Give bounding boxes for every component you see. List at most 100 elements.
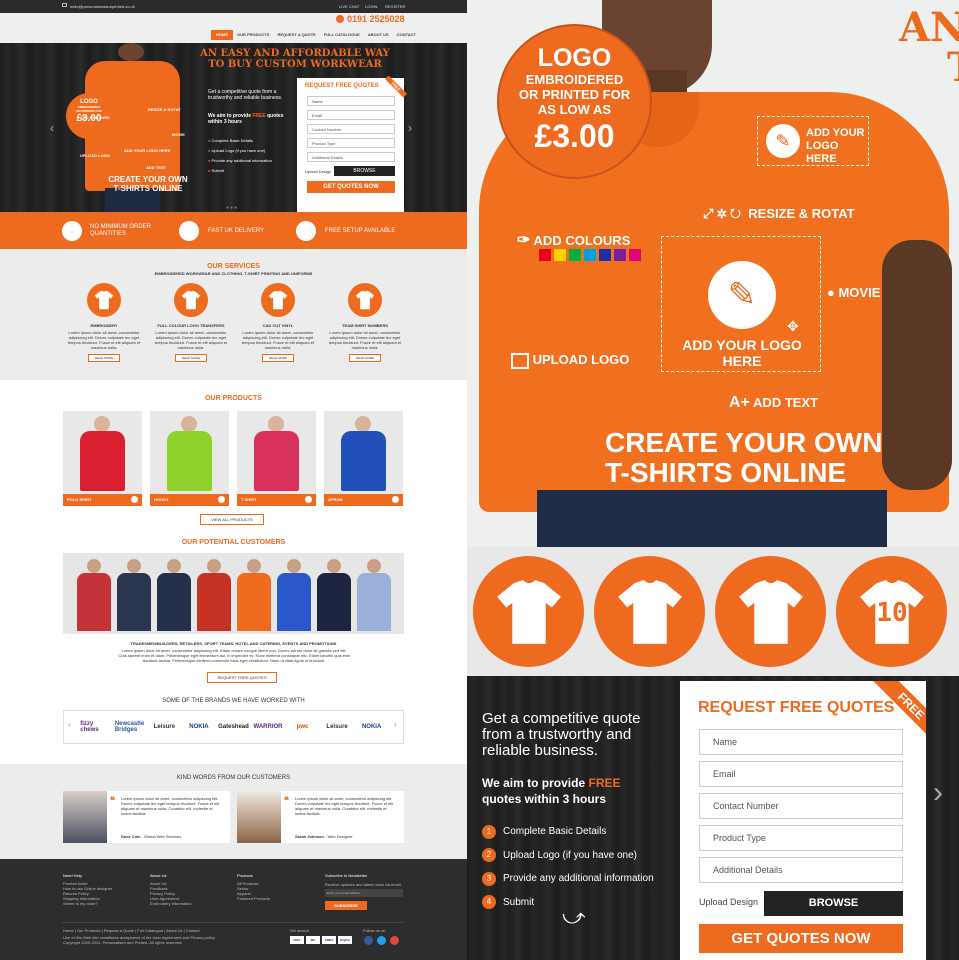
payment-card-icon: MC xyxy=(306,936,320,944)
slider-dots[interactable]: ●●● xyxy=(226,205,238,211)
colour-swatch[interactable] xyxy=(584,249,596,261)
read-more-button[interactable]: READ MORE xyxy=(349,354,381,362)
text-add-icon: A+ xyxy=(729,394,750,411)
brands-next-arrow[interactable]: › xyxy=(394,720,397,729)
hero-intro-small: Get a competitive quote from a trustwort… xyxy=(208,89,283,101)
movie-label[interactable]: ● MOVIE xyxy=(827,285,880,300)
footer-column: Products All Products Sector Apparel Feature… xyxy=(237,873,317,901)
view-all-products-button[interactable]: VIEW ALL PRODUCTS xyxy=(200,514,264,525)
product-garment xyxy=(80,431,125,491)
name-input[interactable]: Name xyxy=(699,729,903,755)
email-input[interactable]: Email xyxy=(699,761,903,787)
add-text-label[interactable]: A+ ADD TEXT xyxy=(729,394,818,412)
nav-request-quote[interactable]: REQUEST A QUOTE xyxy=(273,30,319,40)
google-plus-icon[interactable] xyxy=(390,936,399,945)
brands-prev-arrow[interactable]: ‹ xyxy=(68,720,71,729)
shirt-number-tshirt-icon[interactable]: 10 xyxy=(836,556,947,667)
colour-swatch[interactable] xyxy=(539,249,551,261)
product-label-bar[interactable]: APRON xyxy=(324,494,403,506)
product-label-bar[interactable]: POLO SHIRT xyxy=(63,494,142,506)
brand-logo: NOKIA xyxy=(361,724,382,730)
colour-swatches[interactable] xyxy=(539,249,641,261)
product-card[interactable]: APRON xyxy=(324,411,403,506)
read-more-button[interactable]: READ MORE xyxy=(262,354,294,362)
vinyl-cut-tshirt-icon[interactable] xyxy=(715,556,826,667)
feature-fast-delivery: FAST UK DELIVERY xyxy=(208,228,265,234)
small-browse-button[interactable]: BROWSE xyxy=(334,166,395,176)
colour-swatch[interactable] xyxy=(629,249,641,261)
quote-form: REQUEST FREE QUOTES FREE Name Email Cont… xyxy=(680,681,926,960)
embroidery-tshirt-icon[interactable] xyxy=(473,556,584,667)
read-more-button[interactable]: READ MORE xyxy=(175,354,207,362)
nav-products[interactable]: OUR PRODUCTS xyxy=(233,30,273,40)
upload-logo-label[interactable]: UPLOAD LOGO xyxy=(511,352,629,369)
slider-next-arrow[interactable]: › xyxy=(408,121,412,135)
small-details-input[interactable]: Additional Details xyxy=(307,152,395,162)
chest-logo-area[interactable]: ✎ ADD YOUR LOGO HERE xyxy=(757,116,869,166)
twitter-icon[interactable] xyxy=(377,936,386,945)
browse-button[interactable]: BROWSE xyxy=(764,891,903,916)
product-garment xyxy=(341,431,386,491)
small-contact-input[interactable]: Contact Number xyxy=(307,124,395,134)
product-name: HOODY xyxy=(154,497,169,502)
customer-figure-head xyxy=(367,559,381,573)
get-quotes-button[interactable]: GET QUOTES NOW xyxy=(699,924,903,953)
email-icon xyxy=(62,3,67,7)
header-nav-bar: 0191 2525028 HOME OUR PRODUCTS REQUEST A… xyxy=(0,13,467,43)
facebook-icon[interactable] xyxy=(364,936,373,945)
product-type-input[interactable]: Product Type xyxy=(699,825,903,851)
product-card[interactable]: T SHIRT xyxy=(237,411,316,506)
truck-icon xyxy=(179,221,199,241)
customer-figure xyxy=(237,573,271,631)
add-colours-label[interactable]: ✑ ADD COLOURS xyxy=(517,230,630,250)
read-more-button[interactable]: READ MORE xyxy=(88,354,120,362)
colour-swatch[interactable] xyxy=(614,249,626,261)
product-label-bar[interactable]: T SHIRT xyxy=(237,494,316,506)
slider-next-arrow-zoom[interactable]: › xyxy=(933,776,943,810)
hero-headline: AN EASY AND AFFORDABLE WAY TO BUY CUSTOM … xyxy=(200,48,390,70)
phone-icon xyxy=(336,15,344,23)
colour-swatch[interactable] xyxy=(554,249,566,261)
contact-number-input[interactable]: Contact Number xyxy=(699,793,903,819)
customer-figure xyxy=(277,573,311,631)
small-submit-button[interactable]: GET QUOTES NOW xyxy=(307,181,395,193)
product-label-bar[interactable]: HOODY xyxy=(150,494,229,506)
subscribe-button[interactable]: SUBSCRIBE xyxy=(325,901,367,910)
colour-swatch[interactable] xyxy=(599,249,611,261)
slider-prev-arrow[interactable]: ‹ xyxy=(50,121,54,135)
move-icon: ✥ xyxy=(787,318,799,334)
live-chat-link[interactable]: LIVE CHAT xyxy=(339,4,359,9)
customer-figure xyxy=(77,573,111,631)
hero-aim-small: We aim to provide FREE quotes within 3 h… xyxy=(208,113,284,125)
additional-details-input[interactable]: Additional Details xyxy=(699,857,903,883)
brand-logo: fizzy chews xyxy=(80,721,99,733)
small-name-input[interactable]: Name xyxy=(307,96,395,106)
nav-about[interactable]: ABOUT US xyxy=(364,30,393,40)
arrow-right-icon xyxy=(218,496,225,503)
payment-cards: VISA MC AMEX PayPal xyxy=(290,936,352,944)
nav-home[interactable]: HOME xyxy=(211,30,233,40)
footer-link[interactable]: Embroidery Information xyxy=(150,901,230,906)
customers-quote-button[interactable]: REQUEST FREE QUOTES xyxy=(207,672,277,683)
footer-link[interactable]: Where is my order? xyxy=(63,901,143,906)
footer-link[interactable]: Featured Products xyxy=(237,896,317,901)
resize-rotate-label[interactable]: ⤢ ✲ ↻ RESIZE & ROTAT xyxy=(703,206,855,222)
service-tshirt-icon xyxy=(348,283,382,317)
customers-banner xyxy=(63,553,404,634)
footer-bottom-links[interactable]: Home | Our Products | Request a Quote | … xyxy=(63,928,200,933)
feature-free-setup: FREE SETUP AVAILABLE xyxy=(325,228,396,234)
brand-logo: WARRIOR xyxy=(253,724,283,730)
nav-catalogue[interactable]: FULL CATALOGUE xyxy=(320,30,364,40)
register-link[interactable]: REGISTER xyxy=(385,4,405,9)
newsletter-email-input[interactable]: Enter your email address xyxy=(325,889,403,897)
login-link[interactable]: LOGIN xyxy=(365,4,377,9)
logo-transfer-tshirt-icon[interactable] xyxy=(594,556,705,667)
product-card[interactable]: POLO SHIRT xyxy=(63,411,142,506)
topbar-email-link[interactable]: hello@personalisedandprinted.co.uk xyxy=(70,4,135,9)
small-email-input[interactable]: Email xyxy=(307,110,395,120)
small-product-input[interactable]: Product Type xyxy=(307,138,395,148)
colour-swatch[interactable] xyxy=(569,249,581,261)
main-logo-area[interactable]: ✎ ADD YOUR LOGO HERE xyxy=(661,236,821,372)
product-card[interactable]: HOODY xyxy=(150,411,229,506)
nav-contact[interactable]: CONTACT xyxy=(393,30,420,40)
